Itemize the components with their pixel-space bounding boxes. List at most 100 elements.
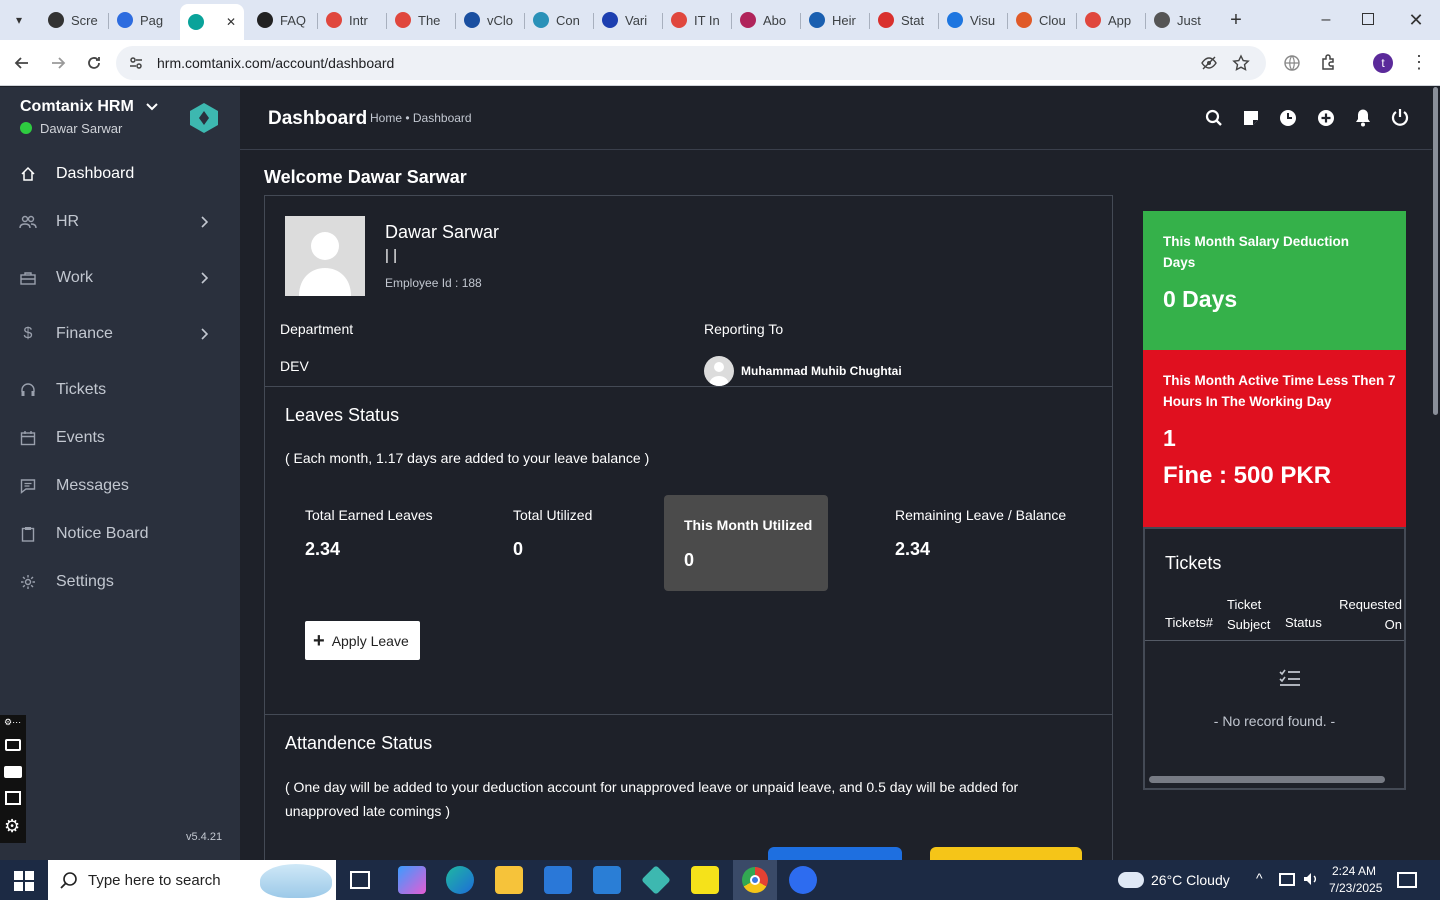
sidebar-item-finance[interactable]: $ Finance [0, 314, 240, 354]
sidebar-item-events[interactable]: Events [0, 418, 240, 458]
bookmark-star-icon[interactable] [1232, 54, 1250, 72]
new-tab-button[interactable]: + [1226, 8, 1246, 32]
browser-tab[interactable]: Clou [1016, 6, 1072, 34]
sidebar-item-work[interactable]: Work [0, 258, 240, 298]
browser-tab[interactable]: ✕ [180, 4, 244, 40]
tickets-horizontal-scrollbar[interactable] [1149, 776, 1385, 783]
tab-search-icon[interactable]: ▾ [8, 10, 30, 30]
edge-icon[interactable] [446, 866, 474, 894]
browser-tab[interactable]: FAQ [257, 6, 313, 34]
scrollbar-thumb[interactable] [1433, 87, 1438, 415]
browser-tab[interactable]: Heir [809, 6, 865, 34]
browser-tab[interactable]: Pag [117, 6, 173, 34]
chrome-taskbar-active[interactable] [733, 860, 777, 900]
reload-icon[interactable] [83, 52, 105, 74]
maximize-button[interactable] [1362, 13, 1374, 25]
attendance-yellow-button[interactable] [930, 847, 1082, 860]
browser-tab[interactable]: IT In [671, 6, 727, 34]
volume-icon[interactable] [1303, 871, 1319, 887]
tab-label: Scre [71, 12, 98, 28]
brand-switcher[interactable]: Comtanix HRM [20, 98, 158, 116]
zoom-icon[interactable] [789, 866, 817, 894]
browser-tab[interactable]: App [1085, 6, 1141, 34]
sidebar-item-label: Finance [56, 325, 113, 342]
tab-favicon-icon [464, 12, 480, 28]
store-icon[interactable] [544, 866, 572, 894]
clock-time[interactable]: 2:24 AM [1332, 864, 1376, 878]
app-header: Dashboard Home • Dashboard [240, 87, 1432, 150]
chevron-right-icon [200, 328, 240, 340]
extensions-icon[interactable] [1320, 53, 1338, 71]
reporting-to-label: Reporting To [704, 321, 784, 337]
sticky-notes-icon[interactable] [691, 866, 719, 894]
stat-total-utilized: Total Utilized 0 [513, 507, 592, 560]
task-view-icon[interactable] [350, 871, 370, 889]
minimize-button[interactable]: – [1316, 8, 1336, 32]
mail-icon[interactable] [593, 866, 621, 894]
sidebar-item-settings[interactable]: Settings [0, 562, 240, 602]
browser-tab[interactable]: Stat [878, 6, 934, 34]
clock-icon[interactable] [1279, 109, 1297, 127]
browser-tab[interactable]: Intr [326, 6, 382, 34]
power-icon[interactable] [1391, 108, 1409, 126]
sidebar-item-tickets[interactable]: Tickets [0, 370, 240, 410]
settings-gear-icon[interactable]: ⚙ [4, 817, 20, 835]
close-window-button[interactable]: ✕ [1406, 8, 1426, 32]
window-capture-icon[interactable] [5, 791, 21, 805]
profile-avatar[interactable]: t [1373, 53, 1393, 73]
taskbar-search-box[interactable]: Type here to search [48, 860, 336, 900]
leaves-title: Leaves Status [285, 405, 400, 425]
tab-favicon-icon [602, 12, 618, 28]
url-field[interactable]: hrm.comtanix.com/account/dashboard [116, 46, 1266, 80]
browser-tab[interactable]: Just [1154, 6, 1210, 34]
camera-icon[interactable] [5, 739, 21, 751]
stat-value: 2.34 [305, 539, 341, 559]
brand-logo-icon[interactable] [188, 102, 220, 134]
browser-tab[interactable]: Vari [602, 6, 658, 34]
department-label: Department [280, 321, 354, 337]
eye-off-icon[interactable] [1200, 55, 1218, 71]
calendar-icon [0, 430, 56, 446]
tab-favicon-icon [878, 12, 894, 28]
copilot-icon[interactable] [398, 866, 426, 894]
notification-center-icon[interactable] [1397, 872, 1417, 888]
bell-icon[interactable] [1354, 108, 1372, 127]
browser-tab[interactable]: Abo [740, 6, 796, 34]
apply-leave-button[interactable]: + Apply Leave [305, 621, 420, 660]
video-icon[interactable] [4, 766, 22, 778]
sticky-note-icon[interactable] [1243, 110, 1259, 126]
tab-favicon-icon [48, 12, 64, 28]
network-icon[interactable] [1279, 873, 1295, 886]
sidebar-item-notice-board[interactable]: Notice Board [0, 514, 240, 554]
file-explorer-icon[interactable] [495, 866, 523, 894]
sidebar-item-hr[interactable]: HR [0, 202, 240, 242]
translate-icon[interactable] [1283, 54, 1301, 72]
browser-tab[interactable]: The [395, 6, 451, 34]
chevron-up-icon[interactable]: ^ [1256, 870, 1263, 886]
attendance-blue-button[interactable] [768, 847, 902, 860]
breadcrumb[interactable]: Home • Dashboard [370, 111, 472, 125]
windows-start-icon[interactable] [14, 871, 34, 891]
forward-icon[interactable] [47, 52, 69, 74]
clock-date[interactable]: 7/23/2025 [1329, 881, 1382, 895]
browser-menu-icon[interactable]: ⋮ [1410, 52, 1428, 72]
search-icon[interactable] [1205, 109, 1223, 127]
sidebar-item-dashboard[interactable]: Dashboard [0, 154, 240, 194]
stat-total-earned: Total Earned Leaves 2.34 [305, 507, 433, 560]
browser-tab[interactable]: vClo [464, 6, 520, 34]
browser-tab[interactable]: Scre [48, 6, 104, 34]
back-icon[interactable] [11, 52, 33, 74]
sidebar-item-messages[interactable]: Messages [0, 466, 240, 506]
browser-tab[interactable]: Visu [947, 6, 1003, 34]
sidebar-item-label: Dashboard [56, 165, 135, 182]
drag-handle-icon[interactable]: ⚙⋯ [4, 717, 21, 728]
close-tab-icon[interactable]: ✕ [226, 15, 236, 29]
site-info-icon[interactable] [128, 55, 144, 71]
browser-tab[interactable]: Con [533, 6, 589, 34]
weather-text[interactable]: 26°C Cloudy [1151, 872, 1230, 888]
manager-name[interactable]: Muhammad Muhib Chughtai [741, 364, 902, 378]
add-circle-icon[interactable] [1317, 109, 1335, 127]
comtanix-app-icon[interactable] [641, 865, 671, 895]
profile-name: Dawar Sarwar [385, 222, 500, 242]
page-scrollbar[interactable] [1432, 87, 1440, 860]
